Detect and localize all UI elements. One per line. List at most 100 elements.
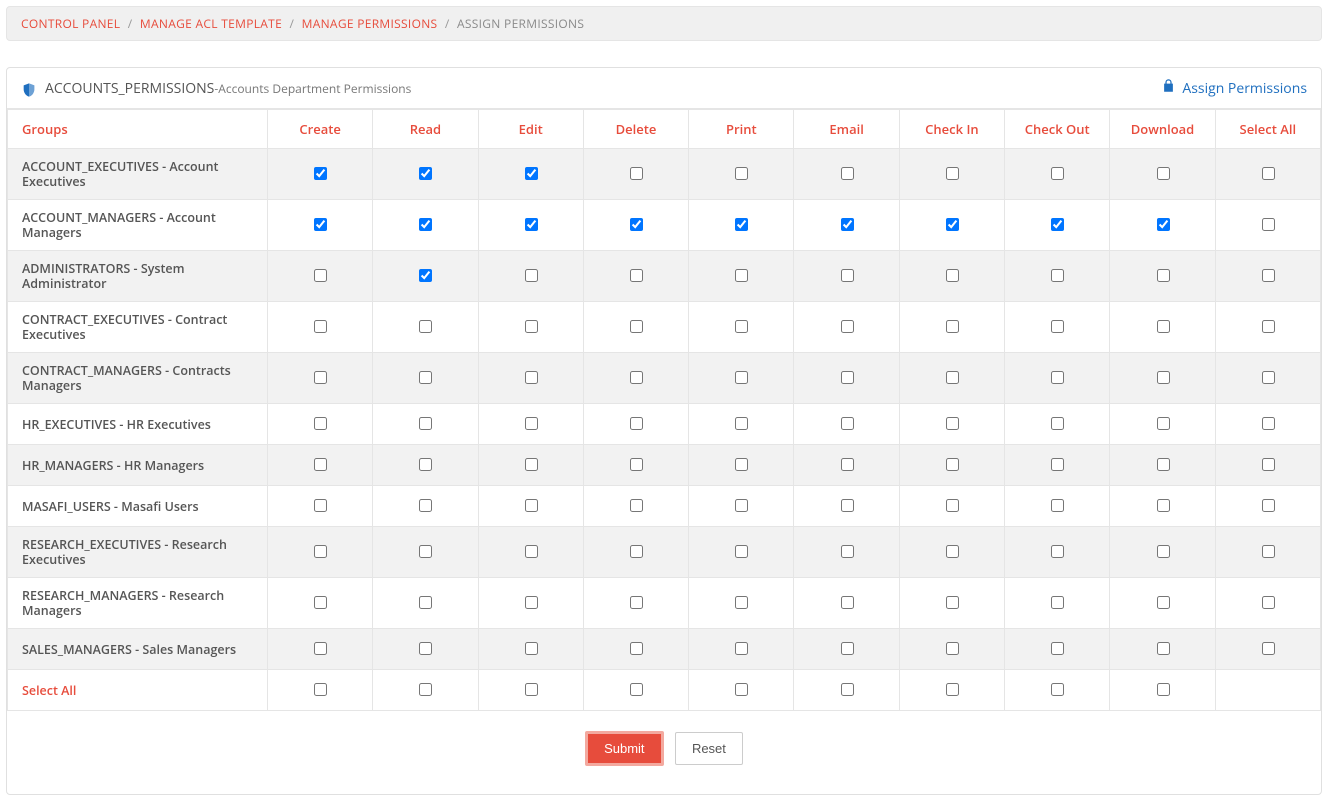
perm-checkbox[interactable]	[841, 417, 854, 430]
perm-checkbox[interactable]	[735, 371, 748, 384]
submit-button[interactable]: Submit	[585, 731, 663, 766]
perm-checkbox[interactable]	[735, 320, 748, 333]
perm-checkbox[interactable]	[1262, 218, 1275, 231]
perm-checkbox[interactable]	[1262, 417, 1275, 430]
perm-checkbox[interactable]	[314, 167, 327, 180]
perm-checkbox[interactable]	[1262, 371, 1275, 384]
perm-checkbox[interactable]	[1051, 642, 1064, 655]
perm-checkbox[interactable]	[1157, 320, 1170, 333]
perm-checkbox[interactable]	[525, 320, 538, 333]
perm-checkbox[interactable]	[841, 642, 854, 655]
perm-checkbox[interactable]	[314, 417, 327, 430]
perm-checkbox[interactable]	[1051, 499, 1064, 512]
perm-checkbox[interactable]	[1262, 167, 1275, 180]
perm-checkbox[interactable]	[841, 499, 854, 512]
perm-checkbox[interactable]	[419, 458, 432, 471]
perm-checkbox[interactable]	[1262, 499, 1275, 512]
perm-checkbox[interactable]	[946, 417, 959, 430]
perm-checkbox[interactable]	[946, 320, 959, 333]
select-all-checkbox[interactable]	[946, 683, 959, 696]
perm-checkbox[interactable]	[314, 596, 327, 609]
perm-checkbox[interactable]	[630, 458, 643, 471]
perm-checkbox[interactable]	[946, 642, 959, 655]
perm-checkbox[interactable]	[1051, 417, 1064, 430]
perm-checkbox[interactable]	[630, 596, 643, 609]
perm-checkbox[interactable]	[946, 218, 959, 231]
assign-permissions-link[interactable]: Assign Permissions	[1161, 78, 1307, 98]
select-all-checkbox[interactable]	[1051, 683, 1064, 696]
select-all-checkbox[interactable]	[419, 683, 432, 696]
perm-checkbox[interactable]	[735, 167, 748, 180]
perm-checkbox[interactable]	[419, 320, 432, 333]
perm-checkbox[interactable]	[946, 499, 959, 512]
perm-checkbox[interactable]	[841, 596, 854, 609]
perm-checkbox[interactable]	[525, 371, 538, 384]
perm-checkbox[interactable]	[525, 596, 538, 609]
select-all-checkbox[interactable]	[841, 683, 854, 696]
reset-button[interactable]: Reset	[675, 732, 743, 765]
perm-checkbox[interactable]	[841, 218, 854, 231]
perm-checkbox[interactable]	[525, 269, 538, 282]
perm-checkbox[interactable]	[630, 371, 643, 384]
perm-checkbox[interactable]	[735, 596, 748, 609]
select-all-checkbox[interactable]	[314, 683, 327, 696]
perm-checkbox[interactable]	[946, 269, 959, 282]
perm-checkbox[interactable]	[525, 545, 538, 558]
select-all-checkbox[interactable]	[525, 683, 538, 696]
perm-checkbox[interactable]	[419, 545, 432, 558]
perm-checkbox[interactable]	[1157, 458, 1170, 471]
perm-checkbox[interactable]	[1051, 167, 1064, 180]
perm-checkbox[interactable]	[1051, 371, 1064, 384]
perm-checkbox[interactable]	[419, 269, 432, 282]
perm-checkbox[interactable]	[630, 545, 643, 558]
perm-checkbox[interactable]	[1157, 499, 1170, 512]
perm-checkbox[interactable]	[946, 167, 959, 180]
perm-checkbox[interactable]	[419, 499, 432, 512]
select-all-checkbox[interactable]	[630, 683, 643, 696]
perm-checkbox[interactable]	[419, 371, 432, 384]
perm-checkbox[interactable]	[525, 417, 538, 430]
perm-checkbox[interactable]	[630, 269, 643, 282]
select-all-checkbox[interactable]	[735, 683, 748, 696]
perm-checkbox[interactable]	[1157, 596, 1170, 609]
perm-checkbox[interactable]	[735, 218, 748, 231]
perm-checkbox[interactable]	[841, 320, 854, 333]
perm-checkbox[interactable]	[1262, 458, 1275, 471]
perm-checkbox[interactable]	[1051, 320, 1064, 333]
perm-checkbox[interactable]	[1051, 545, 1064, 558]
perm-checkbox[interactable]	[419, 596, 432, 609]
perm-checkbox[interactable]	[1262, 545, 1275, 558]
perm-checkbox[interactable]	[630, 167, 643, 180]
perm-checkbox[interactable]	[1157, 371, 1170, 384]
breadcrumb-link-manage-acl-template[interactable]: MANAGE ACL TEMPLATE	[140, 15, 282, 32]
perm-checkbox[interactable]	[419, 218, 432, 231]
perm-checkbox[interactable]	[1157, 167, 1170, 180]
perm-checkbox[interactable]	[1262, 320, 1275, 333]
perm-checkbox[interactable]	[419, 642, 432, 655]
perm-checkbox[interactable]	[630, 417, 643, 430]
perm-checkbox[interactable]	[1157, 545, 1170, 558]
perm-checkbox[interactable]	[630, 642, 643, 655]
breadcrumb-link-control-panel[interactable]: CONTROL PANEL	[21, 15, 120, 32]
perm-checkbox[interactable]	[630, 320, 643, 333]
perm-checkbox[interactable]	[946, 458, 959, 471]
perm-checkbox[interactable]	[525, 499, 538, 512]
perm-checkbox[interactable]	[1157, 269, 1170, 282]
perm-checkbox[interactable]	[735, 499, 748, 512]
perm-checkbox[interactable]	[314, 545, 327, 558]
perm-checkbox[interactable]	[1157, 218, 1170, 231]
perm-checkbox[interactable]	[1262, 596, 1275, 609]
perm-checkbox[interactable]	[314, 642, 327, 655]
perm-checkbox[interactable]	[735, 545, 748, 558]
perm-checkbox[interactable]	[525, 218, 538, 231]
perm-checkbox[interactable]	[1051, 269, 1064, 282]
perm-checkbox[interactable]	[1051, 218, 1064, 231]
perm-checkbox[interactable]	[314, 371, 327, 384]
perm-checkbox[interactable]	[1262, 642, 1275, 655]
perm-checkbox[interactable]	[314, 499, 327, 512]
perm-checkbox[interactable]	[525, 642, 538, 655]
perm-checkbox[interactable]	[946, 371, 959, 384]
perm-checkbox[interactable]	[525, 167, 538, 180]
perm-checkbox[interactable]	[735, 269, 748, 282]
perm-checkbox[interactable]	[841, 269, 854, 282]
